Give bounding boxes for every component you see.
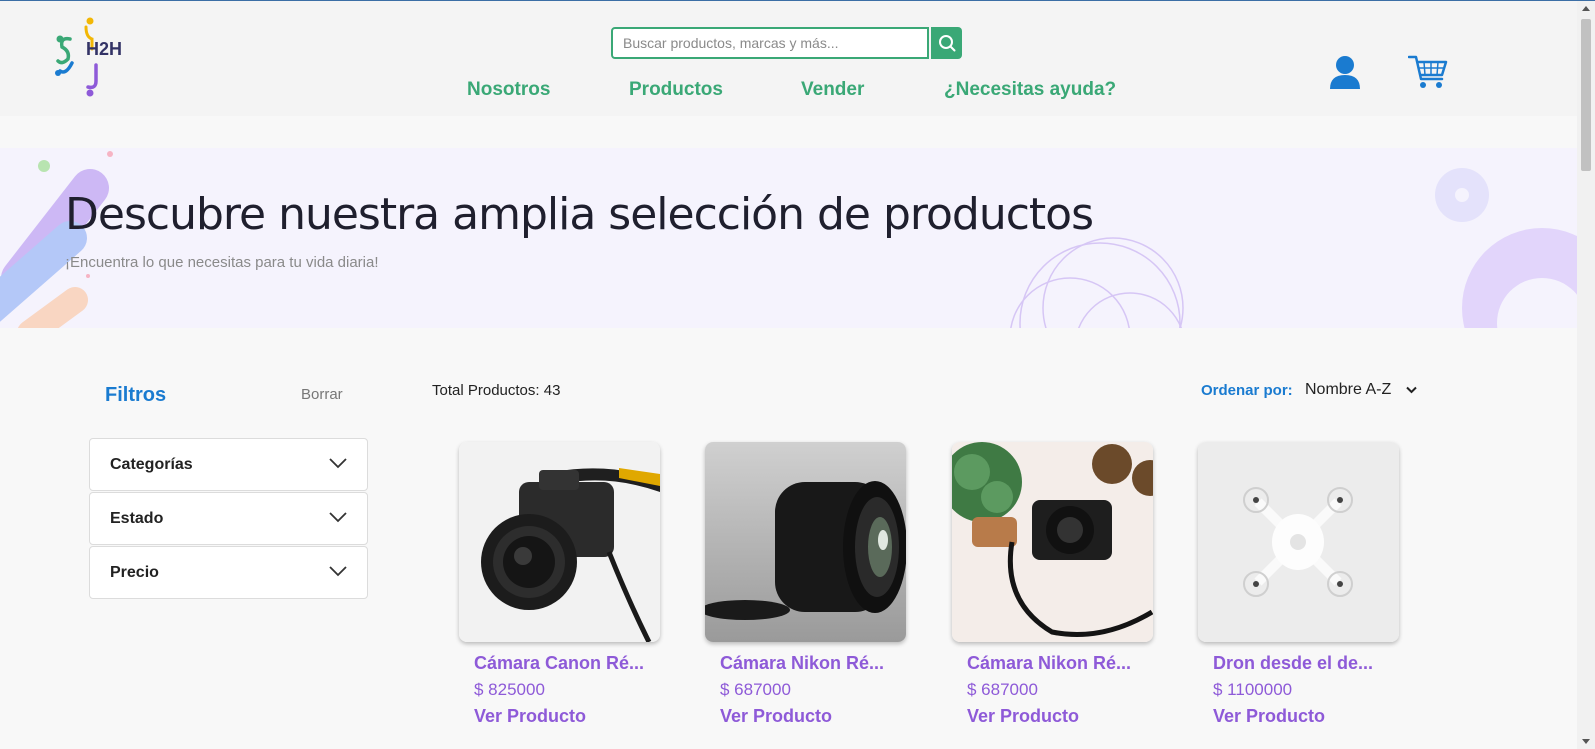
chevron-down-icon: [1406, 386, 1417, 394]
nav-nosotros[interactable]: Nosotros: [467, 79, 550, 101]
filter-estado[interactable]: Estado: [89, 492, 368, 545]
filter-label: Categorías: [110, 456, 193, 473]
view-product-link[interactable]: Ver Producto: [474, 706, 586, 727]
product-image[interactable]: [705, 442, 906, 642]
filter-label: Estado: [110, 510, 164, 527]
product-name[interactable]: Dron desde el de...: [1213, 653, 1373, 674]
total-products: Total Productos: 43: [432, 382, 561, 399]
view-product-link[interactable]: Ver Producto: [967, 706, 1079, 727]
scroll-down-arrow-icon[interactable]: [1582, 739, 1590, 744]
cart-icon[interactable]: [1408, 53, 1448, 91]
product-card: Dron desde el de... $ 1100000 Ver Produc…: [1198, 442, 1399, 732]
filters-title: Filtros: [105, 384, 167, 406]
clear-filters-button[interactable]: Borrar: [301, 386, 343, 403]
hero-banner: Descubre nuestra amplia selección de pro…: [0, 148, 1577, 328]
site-header: H2H Nosotros Productos Vender ¿Necesitas…: [0, 1, 1577, 116]
search-input[interactable]: [611, 27, 929, 59]
nav-vender[interactable]: Vender: [801, 79, 864, 101]
search-button[interactable]: [931, 27, 962, 59]
logo-text: H2H: [86, 39, 122, 59]
product-name[interactable]: Cámara Nikon Ré...: [720, 653, 884, 674]
view-product-link[interactable]: Ver Producto: [720, 706, 832, 727]
h2h-logo[interactable]: H2H: [52, 15, 132, 99]
product-name[interactable]: Cámara Canon Ré...: [474, 653, 644, 674]
filter-categorias[interactable]: Categorías: [89, 438, 368, 491]
product-image[interactable]: [1198, 442, 1399, 642]
product-card: Cámara Nikon Ré... $ 687000 Ver Producto: [952, 442, 1153, 732]
product-price: $ 825000: [474, 680, 545, 699]
scrollbar[interactable]: [1577, 1, 1595, 749]
chevron-down-icon: [329, 458, 347, 469]
nav-ayuda[interactable]: ¿Necesitas ayuda?: [944, 79, 1116, 101]
view-product-link[interactable]: Ver Producto: [1213, 706, 1325, 727]
nav-productos[interactable]: Productos: [629, 79, 723, 101]
chevron-down-icon: [329, 512, 347, 523]
product-card: Cámara Canon Ré... $ 825000 Ver Producto: [459, 442, 660, 732]
product-price: $ 687000: [967, 680, 1038, 699]
product-price: $ 1100000: [1213, 680, 1293, 699]
product-image[interactable]: [952, 442, 1153, 642]
sort-label: Ordenar por:: [1201, 382, 1293, 399]
sort-select[interactable]: Nombre A-Z: [1305, 381, 1391, 399]
filter-precio[interactable]: Precio: [89, 546, 368, 599]
product-name[interactable]: Cámara Nikon Ré...: [967, 653, 1131, 674]
hero-subtitle: ¡Encuentra lo que necesitas para tu vida…: [65, 254, 379, 271]
filter-label: Precio: [110, 564, 159, 581]
scroll-thumb[interactable]: [1581, 19, 1591, 171]
hero-title: Descubre nuestra amplia selección de pro…: [65, 189, 1094, 240]
scroll-up-arrow-icon[interactable]: [1582, 6, 1590, 11]
product-image[interactable]: [459, 442, 660, 642]
user-icon[interactable]: [1328, 55, 1362, 91]
search-icon: [938, 35, 955, 52]
chevron-down-icon: [329, 566, 347, 577]
product-price: $ 687000: [720, 680, 791, 699]
product-card: Cámara Nikon Ré... $ 687000 Ver Producto: [705, 442, 906, 732]
